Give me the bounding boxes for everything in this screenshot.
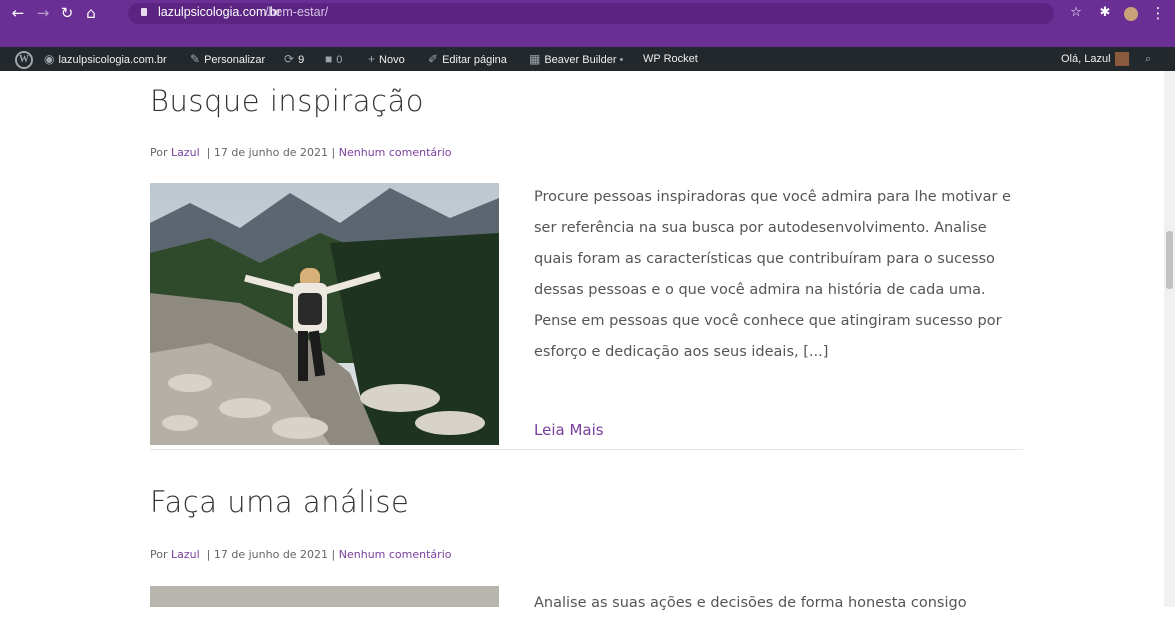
url-path: /bem-estar/ bbox=[265, 5, 329, 19]
admin-customize-label: Personalizar bbox=[204, 54, 266, 66]
post-meta: Por Lazul | 17 de junho de 2021 | Nenhum… bbox=[150, 146, 451, 159]
updates-icon: ⟳ bbox=[284, 52, 295, 66]
comments-link[interactable]: Nenhum comentário bbox=[339, 146, 452, 159]
url-host: lazulpsicologia.com.br bbox=[158, 5, 281, 19]
meta-by: Por bbox=[150, 146, 168, 159]
post-divider bbox=[150, 449, 1023, 450]
hiker-mountain-photo bbox=[150, 183, 499, 445]
profile-avatar[interactable] bbox=[1121, 3, 1141, 23]
beaver-dot: • bbox=[616, 54, 624, 66]
admin-comments[interactable]: ■ 0 bbox=[325, 47, 342, 71]
admin-wp-rocket[interactable]: WP Rocket bbox=[643, 47, 698, 71]
admin-beaver-builder[interactable]: ▦ Beaver Builder • bbox=[529, 47, 623, 71]
pencil-icon: ✐ bbox=[428, 52, 439, 66]
wp-admin-bar: W ◉ lazulpsicologia.com.br ✎ Personalizar … bbox=[0, 47, 1175, 71]
meta-separator: | bbox=[203, 146, 214, 159]
comments-count: 0 bbox=[336, 54, 343, 66]
author-link[interactable]: Lazul bbox=[171, 146, 200, 159]
meta-by: Por bbox=[150, 548, 168, 561]
read-more-link[interactable]: Leia Mais bbox=[534, 421, 604, 439]
extensions-icon[interactable]: ✱ bbox=[1095, 3, 1115, 23]
user-avatar bbox=[1114, 52, 1129, 67]
page-scrollbar[interactable] bbox=[1164, 71, 1175, 607]
admin-new-label: Novo bbox=[379, 54, 405, 66]
meta-separator: | bbox=[203, 548, 214, 561]
author-link[interactable]: Lazul bbox=[171, 548, 200, 561]
greeting-label: Olá, Lazul bbox=[1061, 53, 1111, 65]
admin-search-icon[interactable]: ⌕ bbox=[1145, 47, 1151, 71]
post-title[interactable]: Faça uma análise bbox=[150, 485, 409, 519]
comment-icon: ■ bbox=[325, 52, 333, 66]
address-bar[interactable]: lazulpsicologia.com.br /bem-estar/ bbox=[128, 3, 1054, 24]
post-excerpt: Procure pessoas inspiradoras que você ad… bbox=[534, 189, 1011, 360]
post-date: 17 de junho de 2021 bbox=[213, 548, 329, 561]
admin-site-link[interactable]: ◉ lazulpsicologia.com.br bbox=[44, 47, 167, 71]
post-excerpt: Analise as suas ações e decisões de form… bbox=[534, 595, 967, 611]
lock-icon bbox=[141, 8, 147, 16]
home-icon[interactable]: ⌂ bbox=[81, 3, 101, 23]
admin-edit-label: Editar página bbox=[442, 54, 507, 66]
browser-toolbar: ← → ↻ ⌂ lazulpsicologia.com.br /bem-esta… bbox=[0, 0, 1175, 27]
tab-strip bbox=[0, 27, 1175, 47]
scrollbar-thumb[interactable] bbox=[1166, 231, 1173, 289]
brush-icon: ✎ bbox=[190, 52, 201, 66]
admin-updates[interactable]: ⟳ 9 bbox=[284, 47, 304, 71]
plus-icon: + bbox=[368, 52, 376, 66]
wordpress-logo-icon[interactable]: W bbox=[15, 51, 33, 69]
admin-new[interactable]: + Novo bbox=[368, 47, 405, 71]
dashboard-icon: ◉ bbox=[44, 52, 55, 66]
forward-icon[interactable]: → bbox=[33, 3, 53, 23]
admin-edit-page[interactable]: ✐ Editar página bbox=[428, 47, 507, 71]
post-thumbnail[interactable] bbox=[150, 183, 499, 445]
admin-customize[interactable]: ✎ Personalizar bbox=[190, 47, 265, 71]
post-title[interactable]: Busque inspiração bbox=[150, 84, 424, 118]
meta-separator: | bbox=[328, 146, 339, 159]
post-thumbnail[interactable] bbox=[150, 586, 499, 607]
meta-separator: | bbox=[328, 548, 339, 561]
reload-icon[interactable]: ↻ bbox=[57, 3, 77, 23]
updates-count: 9 bbox=[298, 54, 305, 66]
bookmark-star-icon[interactable]: ☆ bbox=[1066, 3, 1086, 23]
post-date: 17 de junho de 2021 bbox=[213, 146, 329, 159]
post-meta: Por Lazul | 17 de junho de 2021 | Nenhum… bbox=[150, 548, 451, 561]
back-icon[interactable]: ← bbox=[8, 3, 28, 23]
admin-site-label: lazulpsicologia.com.br bbox=[58, 54, 167, 66]
grid-icon: ▦ bbox=[529, 52, 541, 66]
browser-menu-icon[interactable]: ⋮ bbox=[1148, 3, 1168, 23]
admin-user-greeting[interactable]: Olá, Lazul bbox=[1061, 47, 1129, 71]
admin-beaver-label: Beaver Builder bbox=[544, 54, 617, 66]
comments-link[interactable]: Nenhum comentário bbox=[339, 548, 452, 561]
